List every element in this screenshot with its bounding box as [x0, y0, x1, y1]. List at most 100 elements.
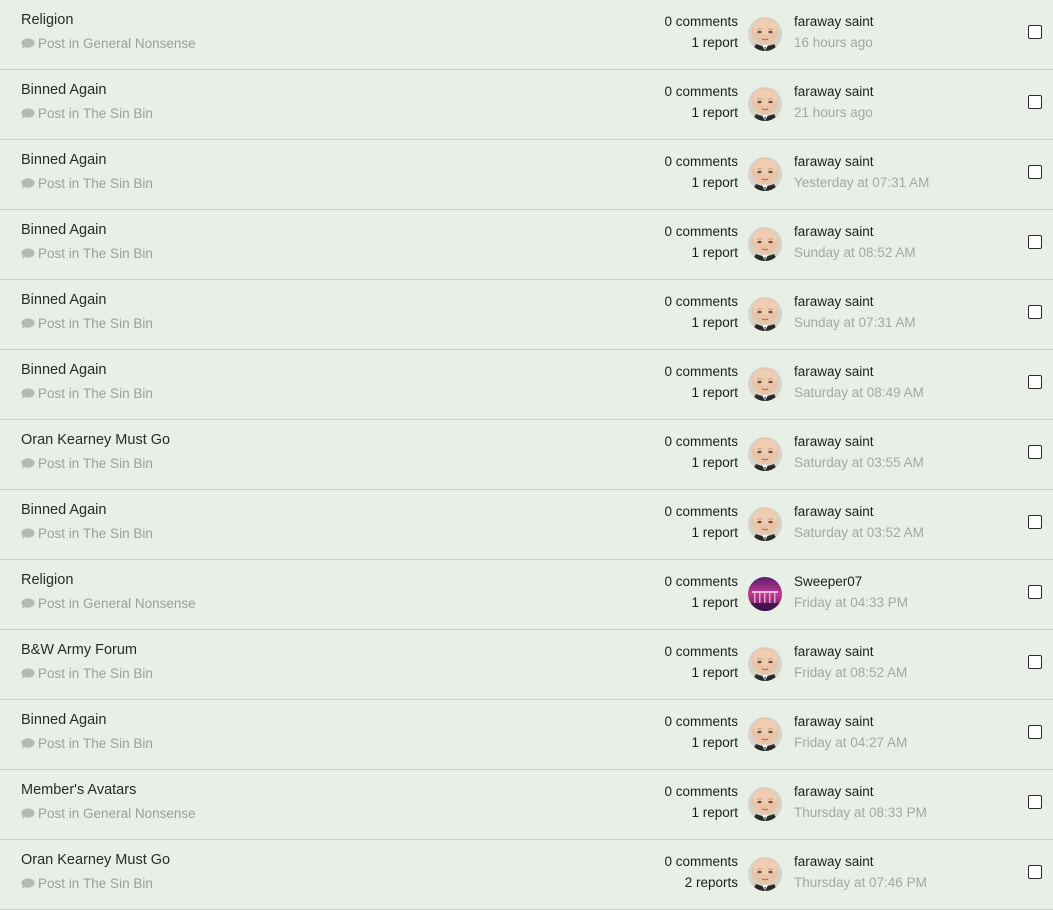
report-row: B&W Army Forum Post in The Sin Bin 0 com… — [0, 630, 1053, 700]
user-avatar[interactable] — [748, 857, 782, 891]
comment-icon — [21, 668, 35, 679]
forum-link[interactable]: The Sin Bin — [83, 386, 153, 401]
report-time: Friday at 04:27 AM — [794, 735, 908, 750]
boss-baby-avatar — [748, 227, 782, 261]
user-avatar[interactable] — [748, 507, 782, 541]
comment-icon — [21, 738, 35, 749]
select-checkbox[interactable] — [1028, 305, 1042, 319]
reporter-name[interactable]: faraway saint — [794, 642, 907, 663]
user-avatar[interactable] — [748, 297, 782, 331]
forum-link[interactable]: The Sin Bin — [83, 456, 153, 471]
boss-baby-avatar — [748, 857, 782, 891]
forum-link[interactable]: The Sin Bin — [83, 176, 153, 191]
report-counts: 0 comments 1 report — [664, 782, 738, 822]
report-title[interactable]: Binned Again — [21, 362, 106, 378]
boss-baby-avatar — [748, 297, 782, 331]
report-title[interactable]: Binned Again — [21, 82, 106, 98]
report-title[interactable]: Oran Kearney Must Go — [21, 852, 170, 868]
forum-link[interactable]: General Nonsense — [83, 596, 196, 611]
reporter-name[interactable]: faraway saint — [794, 222, 916, 243]
report-title[interactable]: Member's Avatars — [21, 782, 136, 798]
report-count: 1 report — [691, 805, 738, 820]
report-count: 1 report — [691, 595, 738, 610]
forum-link[interactable]: The Sin Bin — [83, 246, 153, 261]
forum-link[interactable]: The Sin Bin — [83, 666, 153, 681]
select-checkbox[interactable] — [1028, 165, 1042, 179]
boss-baby-avatar — [748, 367, 782, 401]
report-time: Thursday at 07:46 PM — [794, 875, 927, 890]
select-checkbox[interactable] — [1028, 95, 1042, 109]
comment-icon — [21, 178, 35, 189]
report-row: Binned Again Post in The Sin Bin 0 comme… — [0, 70, 1053, 140]
forum-link[interactable]: The Sin Bin — [83, 316, 153, 331]
user-avatar[interactable] — [748, 157, 782, 191]
reporter-name[interactable]: faraway saint — [794, 782, 927, 803]
comment-count: 0 comments — [664, 14, 738, 29]
reporter-name[interactable]: faraway saint — [794, 852, 927, 873]
forum-link[interactable]: General Nonsense — [83, 806, 196, 821]
forum-link[interactable]: General Nonsense — [83, 36, 196, 51]
select-checkbox[interactable] — [1028, 865, 1042, 879]
report-counts: 0 comments 1 report — [664, 572, 738, 612]
forum-link[interactable]: The Sin Bin — [83, 526, 153, 541]
report-title[interactable]: Binned Again — [21, 222, 106, 238]
report-counts: 0 comments 1 report — [664, 502, 738, 542]
content-type-label: Post in — [38, 176, 80, 191]
user-avatar[interactable] — [748, 17, 782, 51]
select-checkbox[interactable] — [1028, 375, 1042, 389]
report-title[interactable]: Binned Again — [21, 712, 106, 728]
reporter-name[interactable]: faraway saint — [794, 502, 924, 523]
report-meta: Post in General Nonsense — [21, 806, 196, 821]
report-time: 16 hours ago — [794, 35, 873, 50]
user-avatar[interactable] — [748, 647, 782, 681]
report-list: Religion Post in General Nonsense 0 comm… — [0, 0, 1053, 910]
report-title[interactable]: Binned Again — [21, 152, 106, 168]
reporter-name[interactable]: faraway saint — [794, 292, 916, 313]
report-time: Sunday at 08:52 AM — [794, 245, 916, 260]
reporter-name[interactable]: faraway saint — [794, 432, 924, 453]
comment-count: 0 comments — [664, 364, 738, 379]
reporter-name[interactable]: faraway saint — [794, 152, 929, 173]
report-title[interactable]: Binned Again — [21, 292, 106, 308]
select-checkbox[interactable] — [1028, 515, 1042, 529]
report-title[interactable]: Oran Kearney Must Go — [21, 432, 170, 448]
report-time: Saturday at 03:52 AM — [794, 525, 924, 540]
reporter-name[interactable]: Sweeper07 — [794, 572, 908, 593]
report-row: Member's Avatars Post in General Nonsens… — [0, 770, 1053, 840]
reporter-name[interactable]: faraway saint — [794, 12, 874, 33]
forum-link[interactable]: The Sin Bin — [83, 876, 153, 891]
select-checkbox[interactable] — [1028, 445, 1042, 459]
select-checkbox[interactable] — [1028, 795, 1042, 809]
select-checkbox[interactable] — [1028, 585, 1042, 599]
comment-icon — [21, 248, 35, 259]
user-avatar[interactable] — [748, 437, 782, 471]
user-avatar[interactable] — [748, 87, 782, 121]
report-title[interactable]: Religion — [21, 572, 73, 588]
report-counts: 0 comments 1 report — [664, 432, 738, 472]
report-title[interactable]: B&W Army Forum — [21, 642, 137, 658]
reporter-name[interactable]: faraway saint — [794, 712, 907, 733]
user-avatar[interactable] — [748, 227, 782, 261]
report-count: 2 reports — [684, 875, 738, 890]
select-checkbox[interactable] — [1028, 25, 1042, 39]
reporter-name[interactable]: faraway saint — [794, 362, 924, 383]
forum-link[interactable]: The Sin Bin — [83, 736, 153, 751]
select-checkbox[interactable] — [1028, 725, 1042, 739]
reporter-info: faraway saint Saturday at 08:49 AM — [794, 362, 924, 402]
report-time: Yesterday at 07:31 AM — [794, 175, 930, 190]
report-time: Friday at 04:33 PM — [794, 595, 909, 610]
select-checkbox[interactable] — [1028, 235, 1042, 249]
select-checkbox[interactable] — [1028, 655, 1042, 669]
comment-count: 0 comments — [664, 84, 738, 99]
reporter-info: faraway saint Friday at 04:27 AM — [794, 712, 907, 752]
reporter-name[interactable]: faraway saint — [794, 82, 874, 103]
comment-icon — [21, 38, 35, 49]
report-row: Religion Post in General Nonsense 0 comm… — [0, 0, 1053, 70]
user-avatar[interactable] — [748, 367, 782, 401]
report-title[interactable]: Religion — [21, 12, 73, 28]
report-title[interactable]: Binned Again — [21, 502, 106, 518]
forum-link[interactable]: The Sin Bin — [83, 106, 153, 121]
user-avatar[interactable] — [748, 787, 782, 821]
user-avatar[interactable] — [748, 717, 782, 751]
user-avatar[interactable] — [748, 577, 782, 611]
